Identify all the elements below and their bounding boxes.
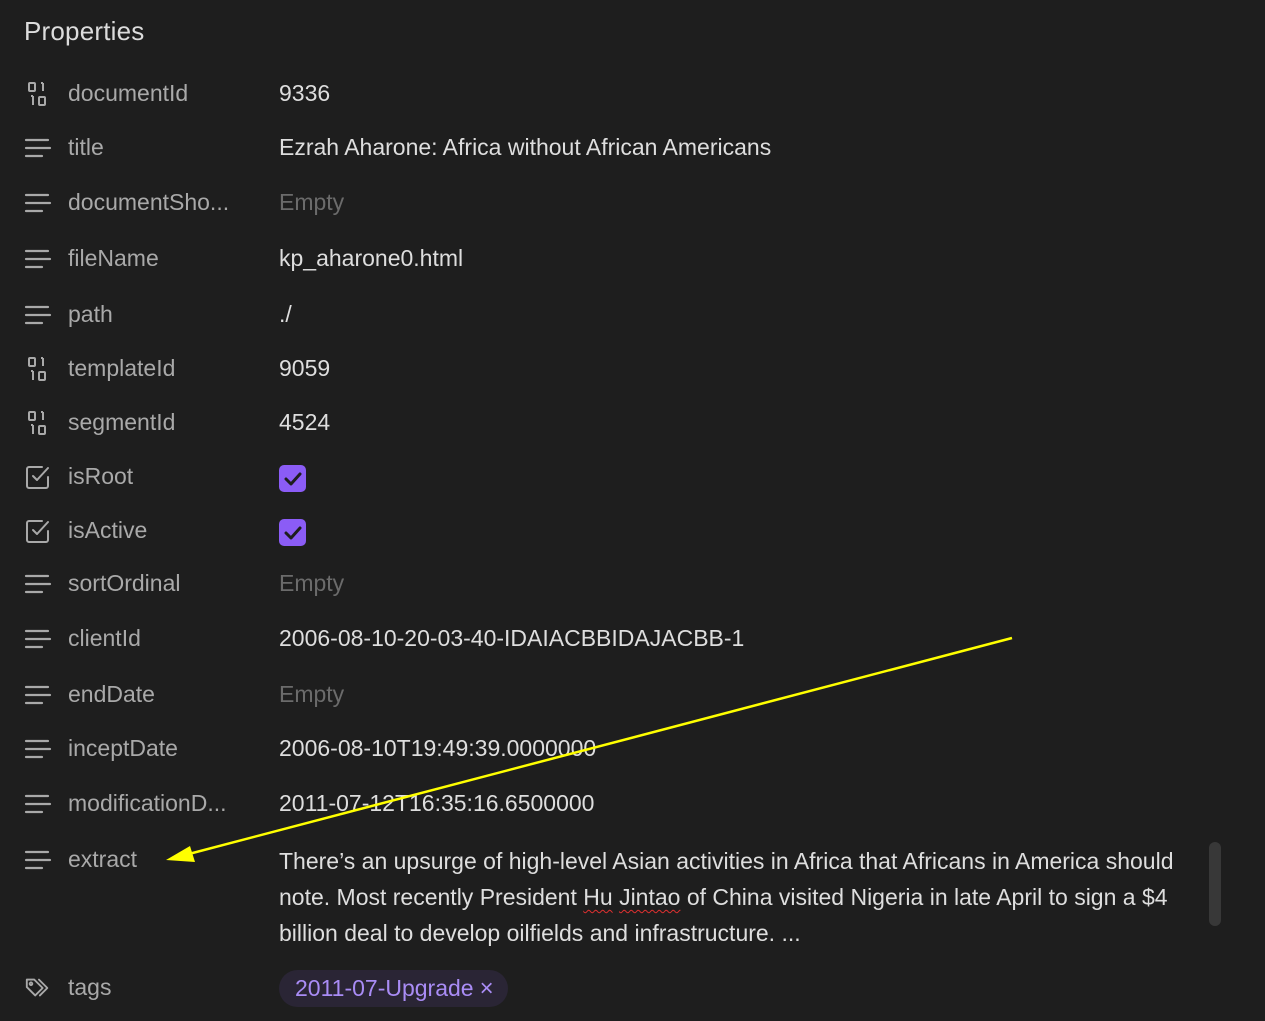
property-value[interactable]: Ezrah Aharone: Africa without African Am… [279, 134, 771, 161]
checkmark-icon [284, 472, 301, 485]
text-lines-icon [24, 245, 52, 273]
binary-number-icon [24, 355, 52, 383]
checkbox-icon [24, 517, 52, 545]
property-row-sortordinal[interactable]: sortOrdinal Empty [0, 564, 1200, 604]
property-row-isactive[interactable]: isActive [0, 511, 1200, 551]
property-key: endDate [68, 681, 155, 707]
property-value[interactable]: 2006-08-10-20-03-40-IDAIACBBIDAJACBB-1 [279, 625, 744, 652]
property-value[interactable]: kp_aharone0.html [279, 245, 463, 272]
binary-number-icon [24, 409, 52, 437]
property-row-filename[interactable]: fileName kp_aharone0.html [0, 239, 1200, 279]
spellcheck-word[interactable]: Jintao [619, 884, 680, 910]
property-key: documentId [68, 80, 189, 106]
property-key: isActive [68, 517, 148, 543]
property-row-segmentid[interactable]: segmentId 4524 [0, 403, 1200, 443]
property-value[interactable]: 4524 [279, 409, 330, 436]
property-value[interactable]: ./ [279, 301, 292, 328]
property-key: sortOrdinal [68, 570, 181, 596]
property-row-path[interactable]: path ./ [0, 295, 1200, 335]
property-key: clientId [68, 625, 141, 651]
extract-scrollbar[interactable] [1209, 842, 1221, 926]
property-key: path [68, 301, 113, 327]
property-key: documentSho... [68, 189, 230, 215]
text-lines-icon [24, 735, 52, 763]
property-key: templateId [68, 355, 176, 381]
property-row-tags[interactable]: tags [0, 968, 1200, 1008]
property-row-modificationd[interactable]: modificationD... 2011-07-12T16:35:16.6500… [0, 784, 1200, 824]
text-lines-icon [24, 301, 52, 329]
property-row-isroot[interactable]: isRoot [0, 457, 1200, 497]
text-lines-icon [24, 790, 52, 818]
property-value[interactable]: 9059 [279, 355, 330, 382]
tag-label: 2011-07-Upgrade [295, 975, 474, 1001]
text-lines-icon [24, 846, 52, 874]
property-row-documentsho[interactable]: documentSho... Empty [0, 183, 1200, 223]
property-value[interactable]: Empty [279, 570, 344, 597]
property-row-clientid[interactable]: clientId 2006-08-10-20-03-40-IDAIACBBIDAJ… [0, 619, 1200, 659]
property-key: isRoot [68, 463, 134, 489]
text-lines-icon [24, 681, 52, 709]
property-value[interactable]: 2006-08-10T19:49:39.0000000 [279, 735, 596, 762]
property-key: segmentId [68, 409, 176, 435]
remove-tag-icon[interactable]: × [480, 976, 494, 1001]
property-checkbox[interactable] [279, 519, 306, 546]
property-key: fileName [68, 245, 159, 271]
text-lines-icon [24, 134, 52, 162]
property-value[interactable]: 9336 [279, 80, 330, 107]
spellcheck-word[interactable]: Hu [583, 884, 612, 910]
property-key: title [68, 134, 104, 160]
property-key: modificationD... [68, 790, 227, 816]
text-lines-icon [24, 625, 52, 653]
property-value[interactable]: Empty [279, 189, 344, 216]
property-checkbox[interactable] [279, 465, 306, 492]
tags-icon [24, 974, 52, 1002]
property-row-inceptdate[interactable]: inceptDate 2006-08-10T19:49:39.0000000 [0, 729, 1200, 769]
property-key: inceptDate [68, 735, 178, 761]
property-row-enddate[interactable]: endDate Empty [0, 675, 1200, 715]
property-key: tags [68, 974, 112, 1000]
text-lines-icon [24, 570, 52, 598]
property-value[interactable]: Empty [279, 681, 344, 708]
property-row-templateid[interactable]: templateId 9059 [0, 349, 1200, 389]
checkbox-icon [24, 463, 52, 491]
tag-chip[interactable]: 2011-07-Upgrade × [279, 970, 508, 1007]
panel-title: Properties [24, 16, 145, 46]
property-row-title[interactable]: title Ezrah Aharone: Africa without Afric… [0, 128, 1200, 168]
property-value[interactable]: 2011-07-12T16:35:16.6500000 [279, 790, 594, 817]
text-lines-icon [24, 189, 52, 217]
extract-value[interactable]: There’s an upsurge of high-level Asian a… [279, 843, 1194, 951]
binary-number-icon [24, 80, 52, 108]
checkmark-icon [284, 526, 301, 539]
property-key: extract [68, 846, 138, 872]
property-row-documentid[interactable]: documentId 9336 [0, 74, 1200, 114]
